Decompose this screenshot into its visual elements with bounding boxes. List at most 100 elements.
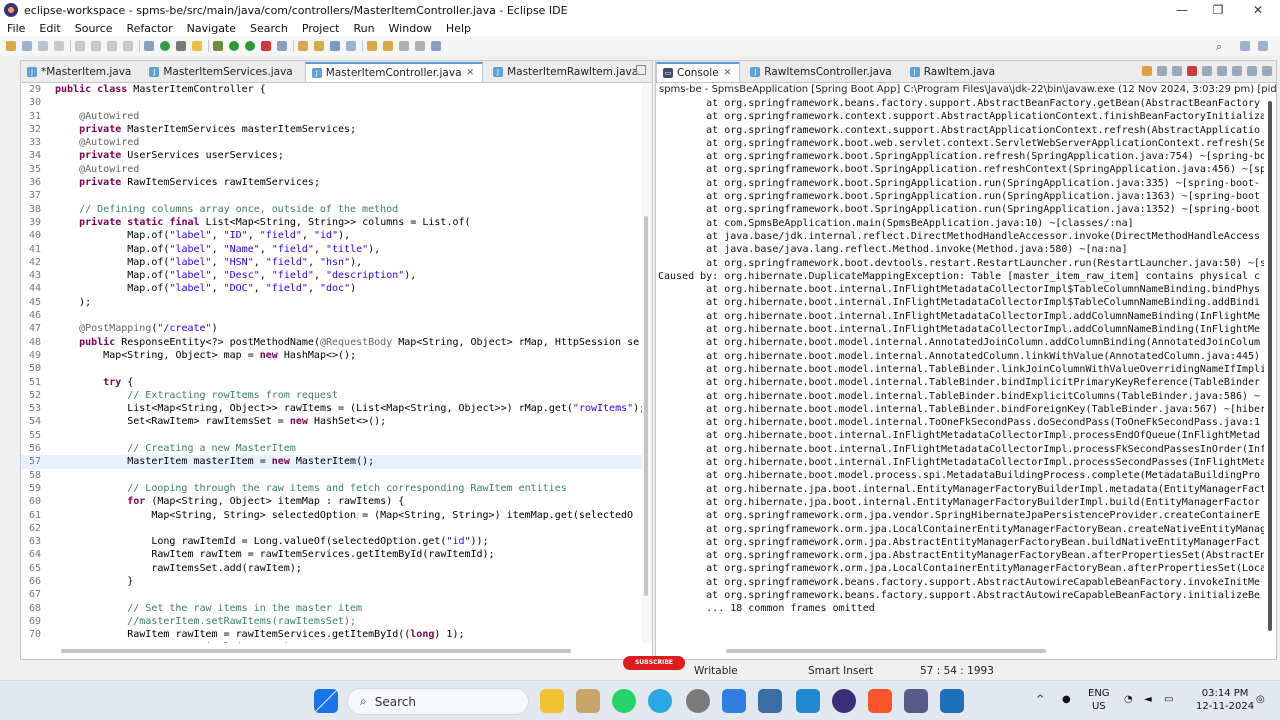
code-line[interactable]: 30 (21, 96, 652, 109)
code-line[interactable]: 69 //masterItem.setRawItems(rawItemsSet)… (21, 615, 652, 628)
db-tool-icon[interactable] (758, 689, 782, 713)
menu-window[interactable]: Window (382, 22, 439, 35)
open-perspective-icon[interactable] (431, 41, 441, 51)
close-icon[interactable]: ✕ (467, 68, 475, 78)
console-horizontal-scrollbar[interactable] (726, 649, 1046, 653)
code-line[interactable]: 49 Map<String, Object> map = new HashMap… (21, 349, 652, 362)
code-line[interactable]: 32 private MasterItemServices masterItem… (21, 123, 652, 136)
code-line[interactable]: 68 // Set the raw items in the master it… (21, 602, 652, 615)
tab-masteritem[interactable]: J *MasterItem.java (21, 62, 139, 82)
search-icon[interactable]: ⌕ (1216, 40, 1222, 54)
code-line[interactable]: 59 // Looping through the raw items and … (21, 482, 652, 495)
code-line[interactable]: 33 @Autowired (21, 136, 652, 149)
code-line[interactable]: 64 RawItem rawItem = rawItemServices.get… (21, 548, 652, 561)
code-line[interactable]: 29 public class MasterItemController { (21, 83, 652, 96)
spring-icon[interactable] (160, 41, 170, 51)
save-icon[interactable] (22, 41, 32, 51)
vscode-icon[interactable] (796, 689, 820, 713)
battery-icon[interactable]: ▭ (1164, 693, 1173, 706)
coverage-icon[interactable] (245, 41, 255, 51)
maximize-panel-icon[interactable] (636, 65, 646, 75)
code-line[interactable]: 58 (21, 469, 652, 482)
tab-rawitem[interactable]: J RawItem.java (904, 62, 1003, 82)
code-line[interactable]: 40 Map.of("label", "ID", "field", "id"), (21, 229, 652, 242)
console-vertical-scrollbar[interactable] (1268, 101, 1272, 631)
code-line[interactable]: 43 Map.of("label", "Desc", "field", "des… (21, 269, 652, 282)
print-icon[interactable] (54, 41, 64, 51)
code-line[interactable]: 71 System.out.println(rawItem); (21, 641, 652, 643)
code-area[interactable]: 29 public class MasterItemController {30 3… (21, 83, 652, 643)
menu-source[interactable]: Source (68, 22, 120, 35)
code-line[interactable]: 50 (21, 362, 652, 375)
menu-run[interactable]: Run (346, 22, 381, 35)
forward-icon[interactable] (415, 41, 425, 51)
console-output[interactable]: at org.springframework.beans.factory.sup… (656, 97, 1264, 657)
pin-icon[interactable] (176, 41, 186, 51)
display-console-icon[interactable] (1247, 66, 1257, 76)
code-line[interactable]: 47 @PostMapping("/create") (21, 322, 652, 335)
pencil-icon[interactable] (192, 41, 202, 51)
code-line[interactable]: 35 @Autowired (21, 163, 652, 176)
microphone-icon[interactable]: ● (1062, 693, 1071, 706)
chevron-up-icon[interactable]: ^ (1036, 693, 1044, 706)
stop-icon[interactable] (107, 41, 117, 51)
app-icon[interactable] (904, 689, 928, 713)
taskbar-search[interactable]: ⌕ Search (347, 688, 529, 715)
remove-all-icon[interactable] (1172, 66, 1182, 76)
tab-masteritemservices[interactable]: J MasterItemServices.java (143, 62, 300, 82)
code-line[interactable]: 67 (21, 588, 652, 601)
prev-annotation-icon[interactable] (383, 41, 393, 51)
scroll-lock-icon[interactable] (1217, 66, 1227, 76)
code-line[interactable]: 54 Set<RawItem> rawItemsSet = new HashSe… (21, 415, 652, 428)
terminal-icon[interactable] (144, 41, 154, 51)
menu-navigate[interactable]: Navigate (180, 22, 243, 35)
code-line[interactable]: 48 public ResponseEntity<?> postMethodNa… (21, 336, 652, 349)
notepad-icon[interactable] (722, 689, 746, 713)
code-line[interactable]: 56 // Creating a new MasterItem (21, 442, 652, 455)
debug-perspective-icon[interactable] (1258, 41, 1268, 51)
volume-icon[interactable]: ◄ (1144, 693, 1152, 706)
maximize-button[interactable]: ❐ (1200, 0, 1236, 20)
open-type-icon[interactable] (314, 41, 324, 51)
code-line[interactable]: 38 // Defining columns array once, outsi… (21, 203, 652, 216)
menu-help[interactable]: Help (439, 22, 478, 35)
menu-refactor[interactable]: Refactor (120, 22, 180, 35)
code-line[interactable]: 61 Map<String, String> selectedOption = … (21, 509, 652, 522)
language-indicator[interactable]: ENG US (1088, 687, 1110, 713)
new-java-project-icon[interactable] (298, 41, 308, 51)
code-line[interactable]: 42 Map.of("label", "HSN", "field", "hsn"… (21, 256, 652, 269)
tab-rawitemscontroller[interactable]: J RawItemsController.java (744, 62, 899, 82)
code-line[interactable]: 51 try { (21, 376, 652, 389)
tab-masteritemcontroller[interactable]: J MasterItemController.java ✕ (304, 62, 484, 82)
terminate-console-icon[interactable] (1187, 66, 1197, 76)
subscribe-badge[interactable]: SUBSCRIBE (623, 656, 685, 670)
java-perspective-icon[interactable] (1240, 41, 1250, 51)
menu-file[interactable]: File (0, 22, 32, 35)
tab-masteritemrawitem[interactable]: J MasterItemRawItem.java (487, 62, 646, 82)
annotation-icon[interactable] (346, 41, 356, 51)
horizontal-scrollbar[interactable] (61, 649, 571, 653)
vertical-scrollbar[interactable] (644, 216, 648, 596)
save-all-icon[interactable] (38, 41, 48, 51)
code-line[interactable]: 60 for (Map<String, Object> itemMap : ra… (21, 495, 652, 508)
code-line[interactable]: 44 Map.of("label", "DOC", "field", "doc"… (21, 282, 652, 295)
code-line[interactable]: 36 private RawItemServices rawItemServic… (21, 176, 652, 189)
run-icon[interactable] (229, 41, 239, 51)
code-line[interactable]: 66 } (21, 575, 652, 588)
code-line[interactable]: 63 Long rawItemId = Long.valueOf(selecte… (21, 535, 652, 548)
clock[interactable]: 03:14 PM 12-11-2024 (1196, 687, 1254, 713)
file-explorer-icon[interactable] (540, 689, 564, 713)
tab-console[interactable]: ▭ Console ✕ (656, 62, 741, 82)
code-line[interactable]: 34 private UserServices userServices; (21, 149, 652, 162)
code-line[interactable]: 37 (21, 189, 652, 202)
whatsapp-icon[interactable] (612, 689, 636, 713)
menu-project[interactable]: Project (295, 22, 347, 35)
code-line[interactable]: 45 ); (21, 296, 652, 309)
code-line[interactable]: 39 private static final List<Map<String,… (21, 216, 652, 229)
telegram-icon[interactable] (648, 689, 672, 713)
remove-launch-icon[interactable] (1157, 66, 1167, 76)
code-line[interactable]: 41 Map.of("label", "Name", "field", "tit… (21, 243, 652, 256)
windows-start-icon[interactable] (314, 689, 338, 713)
terminate-icon[interactable] (261, 41, 271, 51)
redo-icon[interactable] (91, 41, 101, 51)
